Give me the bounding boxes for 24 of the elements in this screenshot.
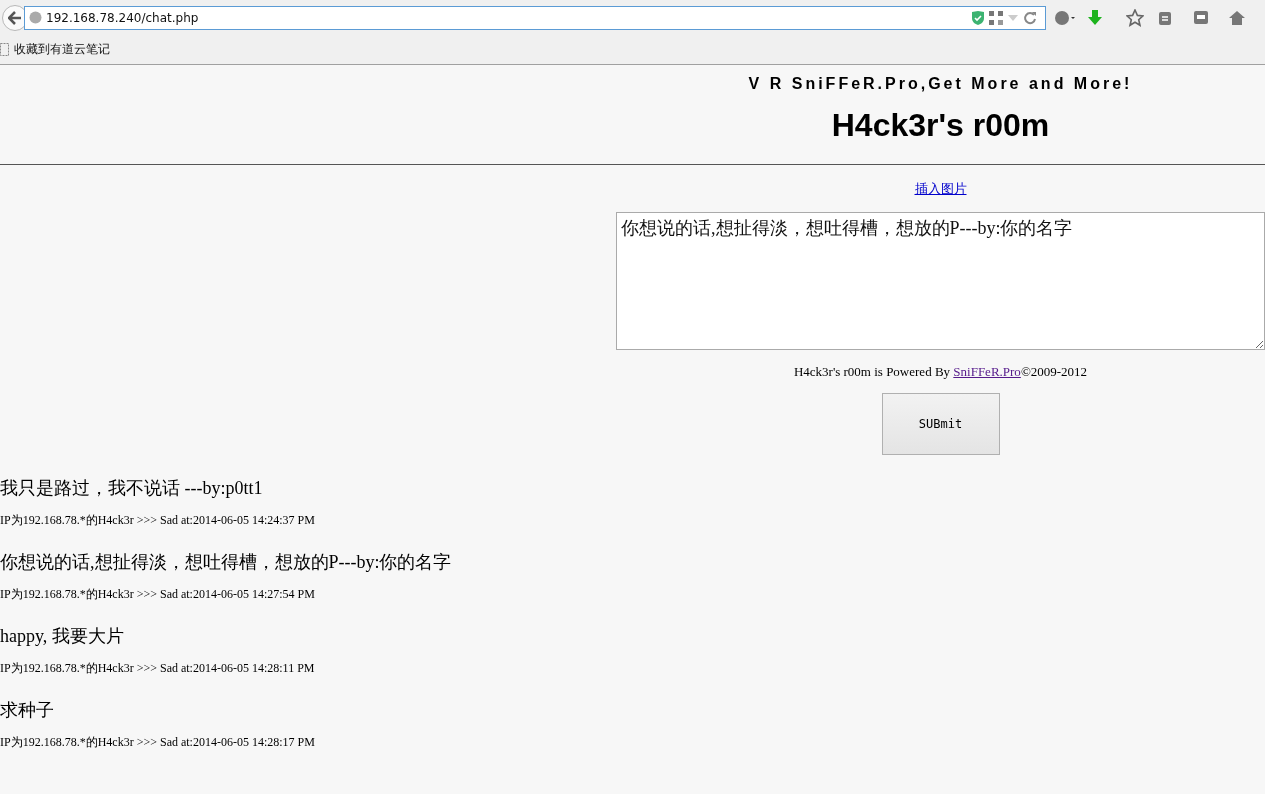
credit-link[interactable]: SniFFeR.Pro: [953, 364, 1021, 379]
message-text: happy, 我要大片: [0, 625, 125, 647]
message-text: 你想说的话,想扯得淡，想吐得槽，想放的P---by:你的名字: [0, 551, 453, 573]
message-input[interactable]: 你想说的话,想扯得淡，想吐得槽，想放的P---by:你的名字: [616, 212, 1265, 350]
message-meta: IP为192.168.78.*的H4ck3r >>> Sad at:2014-06-05 14:27:54 PM: [0, 587, 316, 601]
url-text: 192.168.78.240/chat.php: [46, 10, 200, 25]
qr-code-icon[interactable]: [989, 10, 1003, 25]
message-text: 求种子: [0, 699, 55, 721]
tagline: V R SniFFeR.Pro,Get More and More!: [748, 75, 1133, 93]
message-text: 我只是路过，我不说话 ---by:p0tt1: [0, 477, 264, 499]
reload-icon[interactable]: [1023, 10, 1037, 25]
page-title: H4ck3r's r00m: [831, 107, 1050, 144]
back-arrow-icon: [8, 10, 22, 25]
credit-text: H4ck3r's r00m is Powered By SniFFeR.Pro©2009-2012: [793, 364, 1088, 380]
message-meta: IP为192.168.78.*的H4ck3r >>> Sad at:2014-06-05 14:28:11 PM: [0, 661, 316, 675]
shield-check-icon: [971, 9, 985, 26]
page-icon: [0, 43, 9, 56]
bookmark-item[interactable]: 收藏到有道云笔记: [0, 41, 110, 58]
message-meta: IP为192.168.78.*的H4ck3r >>> Sad at:2014-06-05 14:28:17 PM: [0, 735, 316, 749]
star-icon[interactable]: [1124, 6, 1146, 29]
address-bar[interactable]: 192.168.78.240/chat.php: [24, 5, 1046, 30]
insert-image-link[interactable]: 插入图片: [914, 180, 967, 198]
message-meta: IP为192.168.78.*的H4ck3r >>> Sad at:2014-06-05 14:24:37 PM: [0, 513, 316, 527]
submit-button[interactable]: SUBmit: [881, 393, 1000, 455]
